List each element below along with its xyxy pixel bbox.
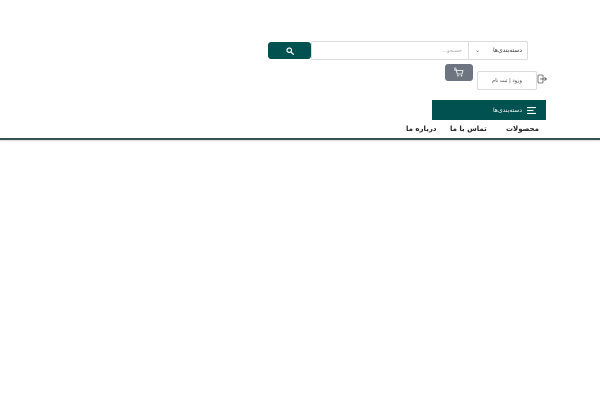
search-button[interactable] [268, 42, 311, 59]
nav-about[interactable]: درباره ما [406, 125, 436, 133]
cart-button[interactable]: 0 [445, 64, 473, 81]
nav-products[interactable]: محصولات [506, 125, 539, 133]
login-register-button[interactable]: ورود | ثبت نام [477, 71, 537, 90]
chevron-down-icon: ⌄ [475, 46, 481, 54]
nav-contact[interactable]: تماس با ما [450, 125, 487, 133]
login-icon[interactable] [537, 74, 547, 84]
hamburger-icon [527, 106, 536, 114]
categories-menu-button[interactable]: دسته‌بندی‌ها [432, 100, 546, 120]
header-divider [0, 138, 600, 140]
category-select-label: دسته‌بندی‌ها [492, 47, 522, 54]
search-input[interactable] [312, 42, 468, 59]
login-register-label: ورود | ثبت نام [492, 77, 522, 84]
search-icon [285, 46, 294, 55]
category-select[interactable]: دسته‌بندی‌ها ⌄ [468, 42, 527, 59]
search-bar: دسته‌بندی‌ها ⌄ [311, 41, 528, 60]
categories-menu-label: دسته‌بندی‌ها [492, 106, 522, 114]
cart-count: 0 [454, 67, 457, 72]
